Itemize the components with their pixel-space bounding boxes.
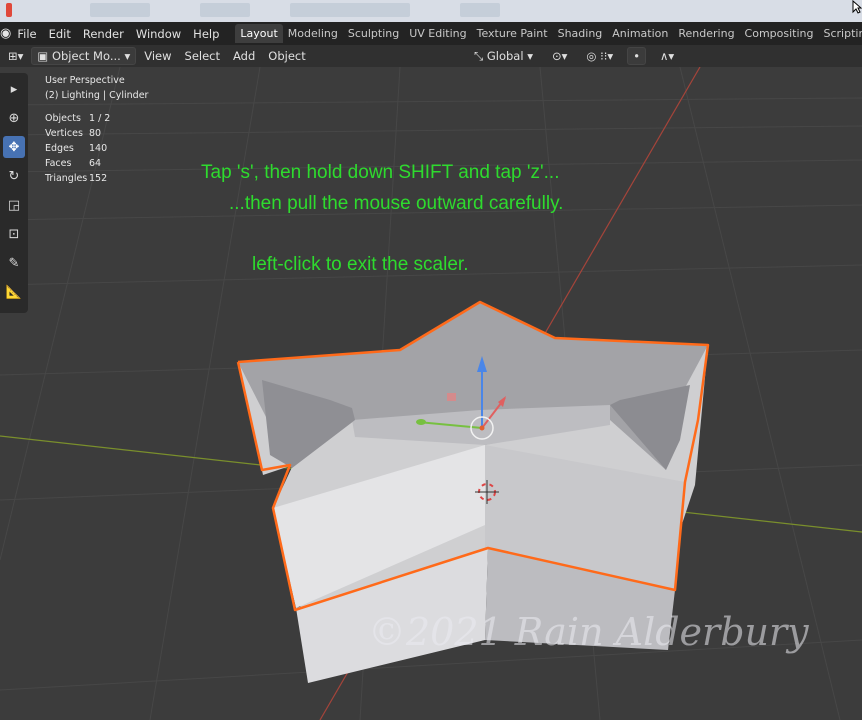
scale-icon[interactable]: ◲ [3, 194, 25, 216]
instruction-line-1: Tap 's', then hold down SHIFT and tap 'z… [201, 162, 560, 183]
snap-icon[interactable]: ◎ ⁝⁝▾ [581, 48, 618, 64]
annotate-icon[interactable]: ✎ [3, 252, 25, 274]
instruction-line-2: ...then pull the mouse outward carefully… [229, 193, 564, 214]
transform-icon[interactable]: ⊡ [3, 223, 25, 245]
blurred-tab [290, 3, 410, 17]
menu-add[interactable]: Add [228, 48, 260, 64]
tab-scripting[interactable]: Scripting [819, 24, 862, 43]
blurred-tab [460, 3, 500, 17]
menu-view[interactable]: View [139, 48, 176, 64]
tab-animation[interactable]: Animation [607, 24, 673, 43]
top-menubar: ◉ File Edit Render Window Help Layout Mo… [0, 22, 862, 45]
menu-file[interactable]: File [11, 27, 42, 41]
menu-window[interactable]: Window [130, 27, 187, 41]
select-box-icon[interactable]: ▸ [3, 78, 25, 100]
copyright-watermark: ©2021 Rain Alderbury [368, 610, 809, 654]
tab-uv-editing[interactable]: UV Editing [404, 24, 471, 43]
editor-type-icon[interactable]: ⊞▾ [3, 48, 28, 64]
tab-compositing[interactable]: Compositing [740, 24, 819, 43]
orientation-label: Global [486, 48, 524, 63]
workspace-tabs: Layout Modeling Sculpting UV Editing Tex… [235, 24, 862, 43]
menu-render[interactable]: Render [77, 27, 130, 41]
tab-shading[interactable]: Shading [553, 24, 608, 43]
tool-shelf: ▸ ⊕ ✥ ↻ ◲ ⊡ ✎ 📐 [0, 73, 28, 313]
tab-layout[interactable]: Layout [235, 24, 283, 43]
transform-controls: ⤡ Global ▾ ⊙▾ ◎ ⁝⁝▾ • ∧▾ [466, 47, 679, 65]
tab-sculpting[interactable]: Sculpting [343, 24, 404, 43]
collection-label: (2) Lighting | Cylinder [45, 90, 149, 101]
falloff-icon[interactable]: ∧▾ [655, 48, 679, 64]
tab-texture-paint[interactable]: Texture Paint [472, 24, 553, 43]
blender-logo-icon[interactable]: ◉ [0, 26, 11, 41]
browser-chrome-strip [0, 0, 862, 22]
tab-modeling[interactable]: Modeling [283, 24, 343, 43]
menu-select[interactable]: Select [180, 48, 225, 64]
mouse-pointer-icon [852, 0, 862, 14]
menu-edit[interactable]: Edit [43, 27, 77, 41]
red-dot-icon [6, 3, 12, 17]
pivot-icon[interactable]: ⊙▾ [547, 48, 572, 64]
stat-row: Triangles 152 [45, 173, 108, 184]
menu-object[interactable]: Object [263, 48, 310, 64]
blurred-tab [90, 3, 150, 17]
move-icon[interactable]: ✥ [3, 136, 25, 158]
menu-help[interactable]: Help [187, 27, 225, 41]
blurred-tab [200, 3, 250, 17]
stat-row: Vertices 80 [45, 128, 102, 139]
cursor-icon[interactable]: ⊕ [3, 107, 25, 129]
rotate-icon[interactable]: ↻ [3, 165, 25, 187]
measure-icon[interactable]: 📐 [3, 281, 25, 303]
perspective-label: User Perspective [45, 75, 125, 86]
proportional-edit-icon[interactable]: • [627, 47, 646, 65]
mode-label: Object Mo... [51, 49, 121, 63]
viewport-header: ⊞▾ ▣ Object Mo... ▾ View Select Add Obje… [0, 45, 862, 67]
instruction-line-3: left-click to exit the scaler. [252, 254, 469, 275]
mode-dropdown[interactable]: ▣ Object Mo... ▾ [31, 47, 137, 65]
viewport-stats: User Perspective (2) Lighting | Cylinder… [45, 73, 148, 186]
orientation-dropdown[interactable]: ⤡ Global ▾ [469, 48, 538, 65]
stat-row: Objects 1 / 2 [45, 113, 111, 124]
stat-row: Edges 140 [45, 143, 108, 154]
tab-rendering[interactable]: Rendering [673, 24, 739, 43]
stat-row: Faces 64 [45, 158, 102, 169]
